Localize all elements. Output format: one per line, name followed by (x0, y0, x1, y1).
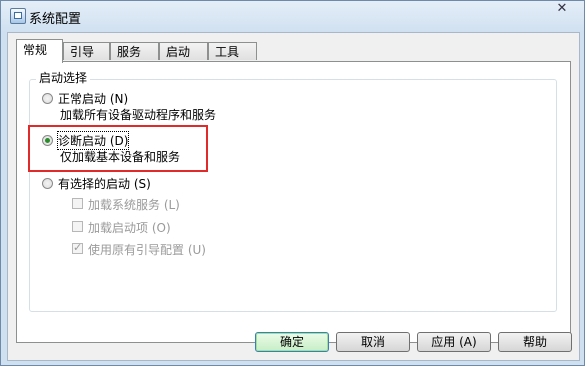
load-system-services-label: 加载系统服务 (L) (88, 198, 180, 212)
cancel-button[interactable]: 取消 (336, 332, 410, 352)
normal-startup-label[interactable]: 正常启动 (N) (58, 90, 128, 107)
normal-startup-radio[interactable] (42, 93, 53, 104)
load-startup-items-label: 加载启动项 (O) (88, 221, 171, 235)
title-bar[interactable]: 系统配置 ✕ (1, 1, 584, 31)
tab-boot[interactable]: 引导 (63, 42, 110, 60)
system-config-icon (10, 8, 26, 24)
tab-startup[interactable]: 启动 (159, 42, 208, 60)
startup-selection-label: 启动选择 (36, 69, 91, 86)
load-system-services-checkbox[interactable] (72, 198, 83, 209)
ok-button[interactable]: 确定 (255, 332, 329, 352)
highlight-box (28, 125, 208, 172)
tab-general[interactable]: 常规 (16, 39, 63, 63)
close-icon[interactable]: ✕ (550, 1, 574, 19)
selective-startup-label[interactable]: 有选择的启动 (S) (58, 175, 151, 192)
tab-services[interactable]: 服务 (110, 42, 159, 60)
window-title: 系统配置 (29, 12, 82, 27)
use-original-boot-config-checkbox[interactable] (72, 241, 83, 254)
normal-startup-desc: 加载所有设备驱动程序和服务 (60, 108, 217, 122)
load-startup-items-checkbox[interactable] (72, 221, 83, 232)
system-config-window: 系统配置 ✕ 常规 引导 服务 启动 工具 启动选择 正常启动 (N) 加载所有… (0, 0, 585, 366)
tab-tools[interactable]: 工具 (208, 42, 257, 60)
help-button[interactable]: 帮助 (498, 332, 572, 352)
selective-startup-radio[interactable] (42, 178, 53, 189)
apply-button[interactable]: 应用 (A) (417, 332, 491, 352)
use-original-boot-config-label: 使用原有引导配置 (U) (88, 243, 206, 257)
